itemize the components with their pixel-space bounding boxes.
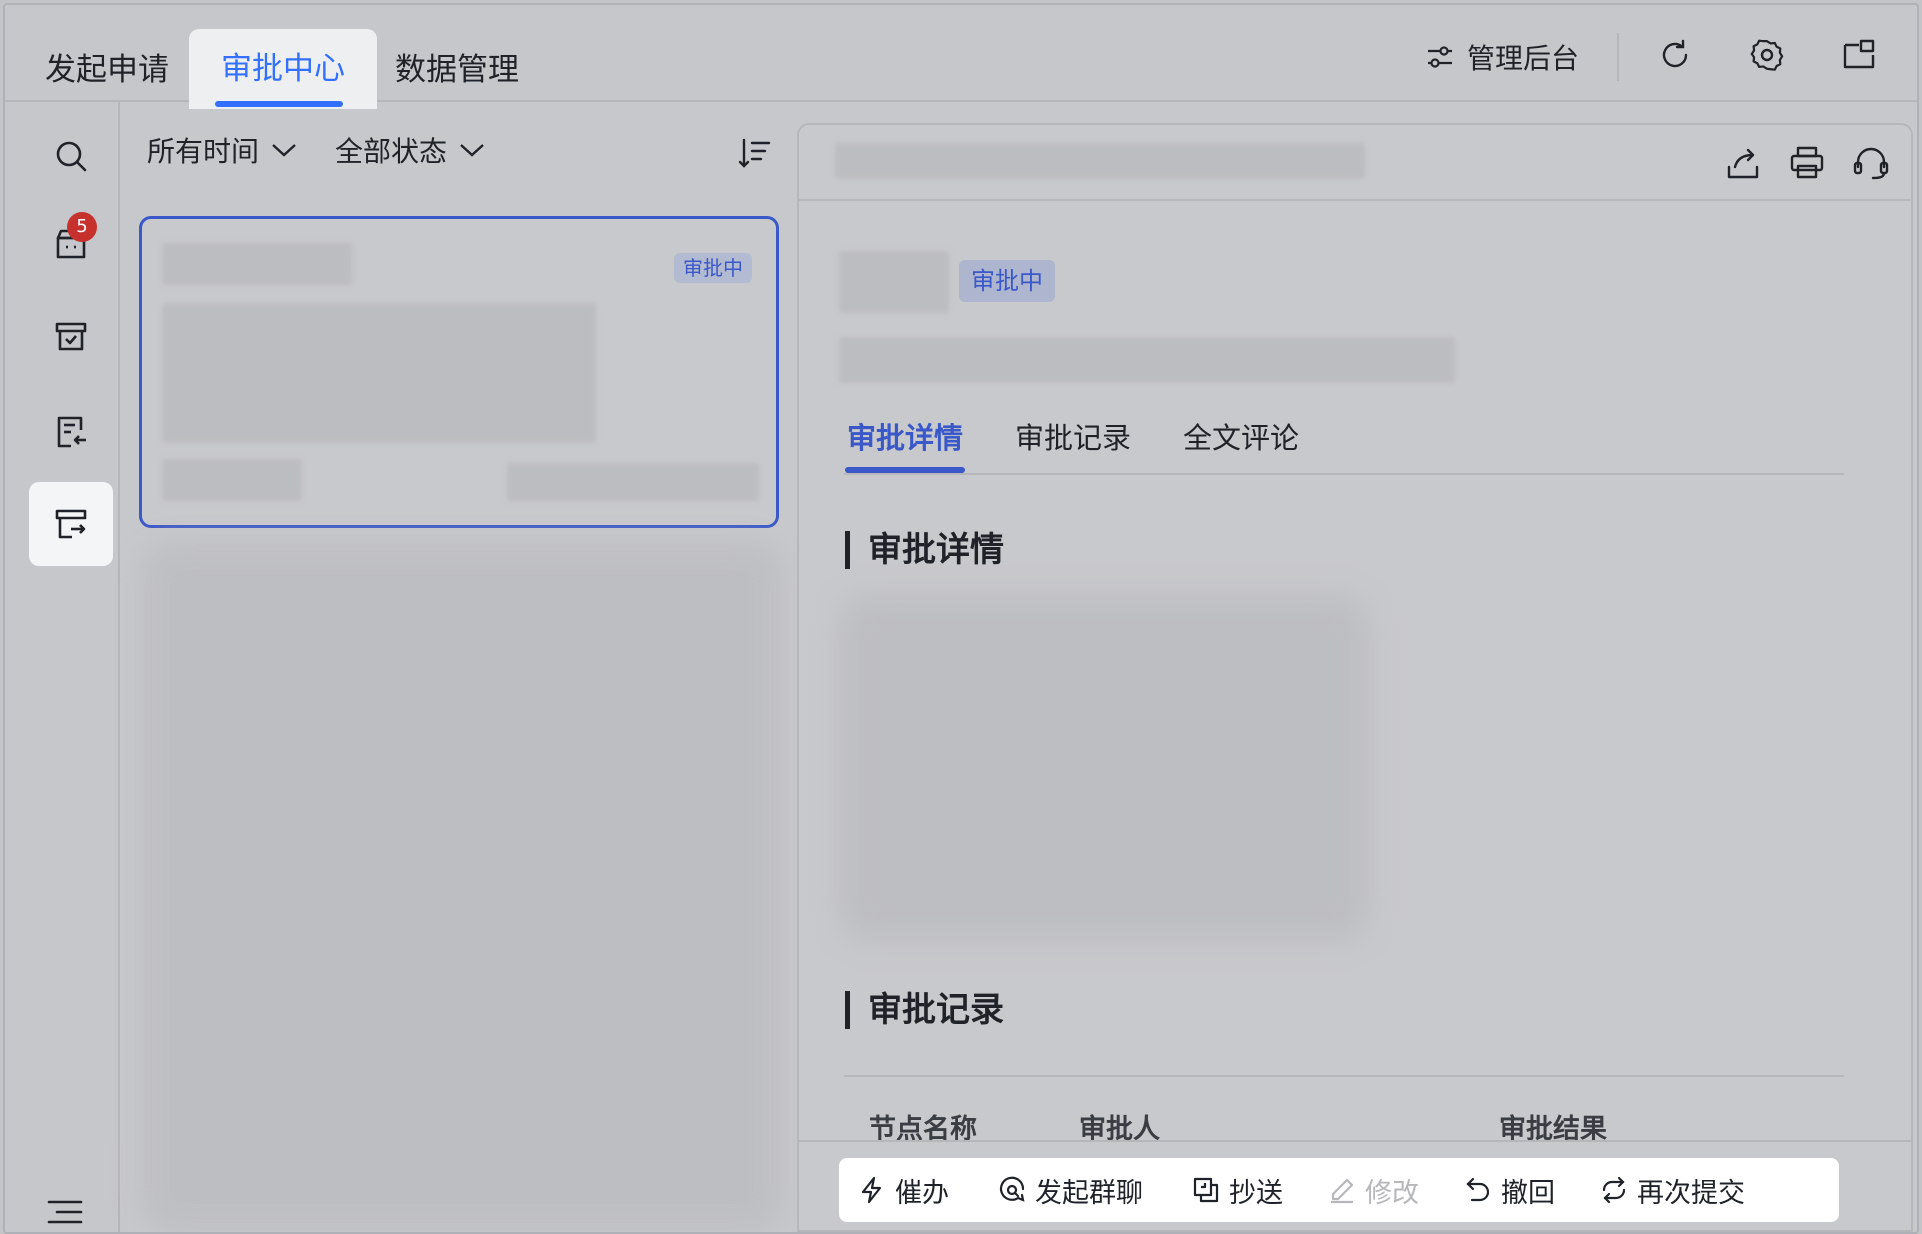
redacted-time — [507, 463, 759, 501]
pending-count-badge: 5 — [67, 212, 97, 242]
action-bar-divider — [799, 1140, 1911, 1142]
top-bar: 发起申请 审批中心 数据管理 管理后台 — [5, 5, 1917, 109]
rail-pending[interactable]: 5 — [29, 202, 113, 286]
tab-approval-center[interactable]: 审批中心 — [189, 29, 377, 109]
status-filter-dropdown[interactable]: 全部状态 — [335, 130, 485, 170]
chat-search-icon — [999, 1176, 1025, 1202]
urge-label: 催办 — [895, 1177, 949, 1209]
rail-submitted[interactable] — [29, 390, 113, 474]
rail-processed[interactable] — [29, 294, 113, 378]
tab-approval-details-label: 审批详情 — [847, 421, 964, 455]
withdraw-button[interactable]: 撤回 — [1463, 1158, 1555, 1222]
customer-service-icon[interactable] — [1851, 143, 1891, 183]
detail-header — [799, 125, 1911, 201]
menu-icon[interactable] — [45, 1192, 85, 1232]
tab-data-management[interactable]: 数据管理 — [387, 30, 527, 110]
pencil-icon — [1331, 1178, 1354, 1204]
archive-check-icon — [55, 322, 87, 351]
approval-app-window: 发起申请 审批中心 数据管理 管理后台 5 所有时间 全部状态 审批中 审批中 … — [3, 3, 1919, 1234]
gear-icon[interactable] — [1747, 35, 1787, 75]
search-icon — [56, 141, 87, 172]
redacted-breadcrumb — [835, 143, 1365, 179]
detail-status-badge: 审批中 — [959, 260, 1055, 302]
status-filter-label: 全部状态 — [335, 135, 448, 168]
tabs-divider — [844, 473, 1844, 475]
urge-button[interactable]: 催办 — [857, 1158, 949, 1222]
status-badge: 审批中 — [674, 253, 752, 283]
redacted-applicant — [162, 459, 302, 501]
refresh-icon[interactable] — [1655, 35, 1695, 75]
approval-list-item-selected[interactable]: 审批中 — [139, 216, 779, 528]
time-filter-label: 所有时间 — [147, 135, 260, 168]
tab-approval-details[interactable]: 审批详情 — [845, 415, 966, 475]
cc-label: 抄送 — [1229, 1177, 1283, 1209]
rail-copied-to-me[interactable] — [29, 482, 113, 566]
sliders-icon — [1428, 46, 1452, 68]
redacted-list-items — [142, 542, 782, 1232]
redacted-form-content — [839, 595, 1369, 941]
redacted-request-title — [839, 337, 1455, 383]
time-filter-dropdown[interactable]: 所有时间 — [147, 130, 297, 170]
section-title-details: 审批详情 — [845, 531, 1004, 569]
action-bar: 催办 发起群聊 抄送 修改 撤回 再次提交 — [839, 1158, 1839, 1222]
copy-forward-icon — [1193, 1177, 1219, 1203]
tab-start-request[interactable]: 发起申请 — [37, 30, 177, 110]
tab-comments[interactable]: 全文评论 — [1183, 415, 1299, 475]
lightning-icon — [861, 1176, 882, 1204]
chevron-down-icon — [272, 144, 296, 157]
print-icon[interactable] — [1787, 143, 1827, 183]
left-rail: 5 — [5, 102, 120, 1232]
admin-console-label: 管理后台 — [1467, 42, 1580, 75]
chevron-down-icon — [460, 144, 484, 157]
open-window-icon[interactable] — [1839, 35, 1879, 75]
edit-button[interactable]: 修改 — [1327, 1158, 1419, 1222]
undo-icon — [1466, 1177, 1490, 1202]
withdraw-label: 撤回 — [1501, 1177, 1555, 1209]
cc-button[interactable]: 抄送 — [1191, 1158, 1283, 1222]
approval-detail-panel: 审批中 审批详情 审批记录 全文评论 审批详情 审批记录 节点名称 审批人 审批… — [797, 123, 1913, 1232]
document-return-icon — [57, 416, 86, 448]
redacted-applicant-name — [839, 251, 949, 313]
section-title-records: 审批记录 — [845, 991, 1004, 1029]
archive-forward-icon — [55, 509, 87, 539]
loop-icon — [1602, 1176, 1626, 1204]
resubmit-label: 再次提交 — [1637, 1177, 1745, 1209]
start-group-chat-button[interactable]: 发起群聊 — [997, 1158, 1143, 1222]
approval-list-panel: 所有时间 全部状态 审批中 — [122, 102, 792, 1232]
resubmit-button[interactable]: 再次提交 — [1599, 1158, 1745, 1222]
share-icon[interactable] — [1723, 143, 1763, 183]
top-divider — [1617, 33, 1619, 81]
rail-search[interactable] — [29, 114, 113, 198]
edit-label: 修改 — [1365, 1177, 1419, 1209]
start-group-chat-label: 发起群聊 — [1035, 1177, 1143, 1209]
tab-approval-records[interactable]: 审批记录 — [1015, 415, 1131, 475]
sort-icon[interactable] — [737, 136, 773, 172]
redacted-title — [162, 243, 352, 285]
admin-console-button[interactable]: 管理后台 — [1425, 29, 1579, 85]
records-divider — [844, 1075, 1844, 1077]
tab-approval-center-label: 审批中心 — [221, 51, 345, 87]
redacted-summary — [162, 303, 596, 443]
